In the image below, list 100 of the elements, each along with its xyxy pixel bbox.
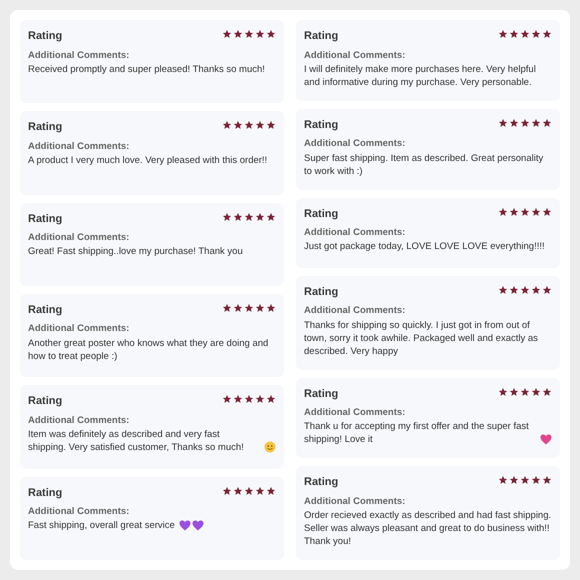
star-icon [520, 284, 530, 295]
star-icon [244, 302, 254, 313]
rating-label: Rating [28, 120, 62, 136]
star-icon [233, 486, 243, 496]
star-icon [266, 29, 276, 39]
comment-text: Thanks for shipping so quickly. I just got in from out of town, sorry it took awhile. Packaged well and exactly as described. Very happy [304, 318, 539, 358]
star-icon [509, 475, 519, 486]
star-icon [244, 120, 254, 130]
rating-label: Rating [304, 206, 338, 222]
comment-text: Just got package today, LOVE LOVE LOVE everything!!!! [304, 240, 545, 254]
star-icon [509, 386, 519, 396]
star-icon [520, 29, 530, 39]
star-icon [266, 486, 276, 496]
star-icon [509, 206, 519, 216]
star-icon [542, 386, 552, 396]
star-icon [222, 120, 232, 130]
comments-label: Additional Comments: [304, 137, 406, 152]
star-icon [531, 118, 541, 128]
star-icon [222, 212, 232, 222]
rating-label: Rating [304, 475, 338, 490]
heart-icon [178, 520, 191, 532]
star-icon [255, 120, 265, 130]
star-icon [498, 386, 508, 396]
star-icon [520, 386, 530, 396]
rating-label: Rating [304, 284, 338, 300]
rating-label: Rating [28, 486, 62, 501]
comments-label: Additional Comments: [28, 414, 130, 428]
star-icon [233, 29, 243, 39]
star-icon [509, 118, 519, 128]
rating-label: Rating [28, 394, 62, 410]
comments-label: Additional Comments: [304, 304, 406, 318]
star-icon [498, 118, 508, 128]
star-icon [244, 394, 254, 404]
star-icon [222, 486, 232, 496]
comments-label: Additional Comments: [304, 226, 406, 240]
star-icon [222, 29, 232, 39]
star-icon [498, 206, 508, 216]
star-icon [509, 29, 519, 39]
rating-label: Rating [304, 29, 338, 44]
star-icon [509, 284, 519, 295]
star-icon [233, 394, 243, 404]
comment-text: I will definitely make more purchases here. Very helpful and informative during my purchase. Very personable. [304, 62, 537, 89]
rating-label: Rating [304, 118, 338, 133]
comment-text: Order recieved exactly as described and had fast shipping. Seller was always pleasant and great to do business with!! Thank you! [304, 509, 552, 548]
rating-label: Rating [28, 29, 62, 44]
star-icon [266, 120, 276, 130]
rating-label: Rating [28, 302, 62, 318]
star-icon [222, 302, 232, 313]
star-icon [233, 120, 243, 130]
rating-label: Rating [304, 386, 338, 402]
star-icon [266, 302, 276, 313]
comment-text: Received promptly and super pleased! Thanks so much! [28, 62, 265, 76]
star-icon [542, 284, 552, 295]
comments-label: Additional Comments: [304, 48, 406, 62]
star-icon [498, 284, 508, 295]
star-icon [255, 302, 265, 313]
star-icon [233, 302, 243, 313]
star-icon [531, 475, 541, 486]
star-icon [233, 212, 243, 222]
comments-label: Additional Comments: [304, 406, 406, 420]
star-icon [255, 486, 265, 496]
comment-text: Item was definitely as described and very fast shipping. Very satisfied customer, Thanks so much! [28, 428, 245, 454]
star-icon [542, 29, 552, 39]
star-icon [531, 29, 541, 39]
comments-label: Additional Comments: [28, 231, 130, 246]
star-icon [520, 206, 530, 216]
comments-label: Additional Comments: [304, 494, 406, 509]
comment-text: Great! Fast shipping..love my purchase! Thank you [28, 245, 243, 258]
star-icon [244, 212, 254, 222]
comment-text: A product I very much love. Very pleased with this order!! [28, 154, 268, 168]
star-icon [244, 486, 254, 496]
star-icon [531, 386, 541, 396]
star-icon [542, 475, 552, 486]
star-icon [542, 118, 552, 128]
star-icon [222, 394, 232, 404]
comments-label: Additional Comments: [28, 505, 130, 520]
star-icon [520, 475, 530, 486]
heart-icon [540, 434, 552, 446]
star-icon [266, 212, 276, 222]
comment-text: Another great poster who knows what they are doing and how to treat people :) [28, 336, 270, 363]
comment-text: Super fast shipping. Item as described. Great personality to work with :) [304, 152, 544, 178]
star-icon [255, 394, 265, 404]
star-icon [244, 29, 254, 39]
rating-label: Rating [28, 212, 62, 227]
comment-text: Fast shipping, overall great service [28, 519, 175, 532]
star-icon [255, 212, 265, 222]
smiley-icon [264, 441, 276, 454]
comments-label: Additional Comments: [28, 140, 130, 154]
star-icon [520, 118, 530, 128]
comment-text: Thank u for accepting my first offer and the super fast shipping! Love it [304, 420, 530, 446]
comments-label: Additional Comments: [28, 48, 130, 62]
star-icon [266, 394, 276, 404]
star-icon [498, 475, 508, 486]
star-icon [531, 284, 541, 295]
star-icon [542, 206, 552, 216]
heart-icon [192, 520, 204, 532]
star-icon [255, 29, 265, 39]
star-icon [498, 29, 508, 39]
comments-label: Additional Comments: [28, 322, 130, 336]
star-icon [531, 206, 541, 216]
